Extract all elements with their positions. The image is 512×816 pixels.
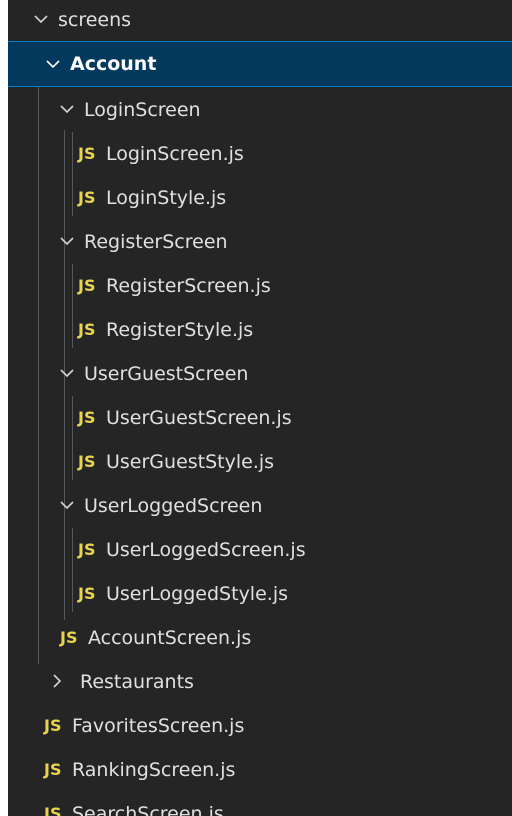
tree-item-label: screens bbox=[58, 9, 132, 31]
js-file-icon: JS bbox=[78, 320, 96, 339]
js-file-icon: JS bbox=[78, 540, 96, 559]
tree-item-label: UserGuestStyle.js bbox=[106, 451, 275, 473]
tree-file-searchscreen-js[interactable]: JS SearchScreen.js bbox=[8, 792, 512, 816]
js-file-icon: JS bbox=[78, 452, 96, 471]
tree-file-accountscreen-js[interactable]: JS AccountScreen.js bbox=[8, 616, 512, 660]
tree-item-label: LoginScreen bbox=[84, 99, 201, 121]
tree-file-userloggedstyle-js[interactable]: JS UserLoggedStyle.js bbox=[8, 572, 512, 616]
chevron-down-icon bbox=[60, 234, 74, 248]
chevron-down-icon bbox=[46, 57, 60, 71]
tree-item-label: UserGuestScreen bbox=[84, 363, 249, 385]
js-file-icon: JS bbox=[44, 804, 62, 816]
js-file-icon: JS bbox=[78, 188, 96, 207]
tree-file-userguestscreen-js[interactable]: JS UserGuestScreen.js bbox=[8, 396, 512, 440]
tree-folder-screens[interactable]: screens bbox=[8, 0, 512, 40]
tree-item-label: FavoritesScreen.js bbox=[72, 715, 245, 737]
tree-file-registerstyle-js[interactable]: JS RegisterStyle.js bbox=[8, 308, 512, 352]
js-file-icon: JS bbox=[78, 276, 96, 295]
tree-item-label: UserLoggedScreen bbox=[84, 495, 263, 517]
tree-file-registerscreen-js[interactable]: JS RegisterScreen.js bbox=[8, 264, 512, 308]
tree-folder-userguestscreen[interactable]: UserGuestScreen bbox=[8, 352, 512, 396]
js-file-icon: JS bbox=[78, 144, 96, 163]
tree-file-userguesttyle-js[interactable]: JS UserGuestStyle.js bbox=[8, 440, 512, 484]
js-file-icon: JS bbox=[44, 716, 62, 735]
chevron-right-icon bbox=[50, 674, 64, 688]
tree-folder-userloggedscreen[interactable]: UserLoggedScreen bbox=[8, 484, 512, 528]
js-file-icon: JS bbox=[78, 408, 96, 427]
tree-item-label: UserLoggedStyle.js bbox=[106, 583, 288, 605]
tree-item-label: AccountScreen.js bbox=[88, 627, 252, 649]
tree-file-loginscreen-js[interactable]: JS LoginScreen.js bbox=[8, 132, 512, 176]
tree-item-label: LoginScreen.js bbox=[106, 143, 244, 165]
file-explorer-tree: screens Account LoginScreen JS LoginScre… bbox=[8, 0, 512, 816]
chevron-down-icon bbox=[60, 102, 74, 116]
js-file-icon: JS bbox=[44, 760, 62, 779]
tree-file-favoritesscreen-js[interactable]: JS FavoritesScreen.js bbox=[8, 704, 512, 748]
tree-folder-registerscreen[interactable]: RegisterScreen bbox=[8, 220, 512, 264]
chevron-down-icon bbox=[60, 366, 74, 380]
tree-item-label: RegisterStyle.js bbox=[106, 319, 254, 341]
chevron-down-icon bbox=[34, 12, 48, 26]
tree-file-rankingscreen-js[interactable]: JS RankingScreen.js bbox=[8, 748, 512, 792]
tree-item-label: RegisterScreen.js bbox=[106, 275, 271, 297]
tree-file-userloggedscreen-js[interactable]: JS UserLoggedScreen.js bbox=[8, 528, 512, 572]
tree-item-label: LoginStyle.js bbox=[106, 187, 227, 209]
tree-item-label: Account bbox=[70, 53, 157, 75]
chevron-down-icon bbox=[60, 498, 74, 512]
tree-folder-loginscreen[interactable]: LoginScreen bbox=[8, 88, 512, 132]
tree-folder-account[interactable]: Account bbox=[8, 41, 512, 87]
js-file-icon: JS bbox=[78, 584, 96, 603]
tree-folder-restaurants[interactable]: Restaurants bbox=[8, 660, 512, 704]
tree-item-label: RankingScreen.js bbox=[72, 759, 236, 781]
tree-item-label: RegisterScreen bbox=[84, 231, 228, 253]
js-file-icon: JS bbox=[60, 628, 78, 647]
tree-item-label: Restaurants bbox=[80, 671, 194, 693]
tree-item-label: UserLoggedScreen.js bbox=[106, 539, 306, 561]
tree-file-loginstyle-js[interactable]: JS LoginStyle.js bbox=[8, 176, 512, 220]
tree-item-label: SearchScreen.js bbox=[72, 803, 224, 816]
tree-item-label: UserGuestScreen.js bbox=[106, 407, 292, 429]
